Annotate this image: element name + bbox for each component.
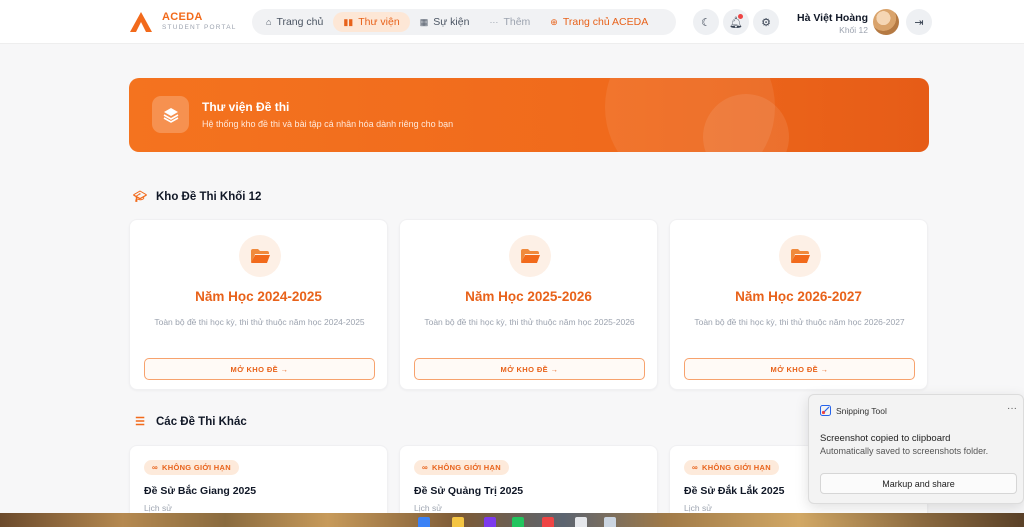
brand-title: ACEDA <box>162 11 203 24</box>
graduation-cap-icon: 🎓︎ <box>133 191 147 203</box>
taskbar-app-icon[interactable] <box>575 517 587 527</box>
grade-section-title: 🎓︎ Kho Đề Thi Khối 12 <box>133 190 262 204</box>
top-navigation-bar: ACEDA STUDENT PORTAL ⌂ Trang chủ ▮▮ Thư … <box>0 0 1024 44</box>
exam-subject: Lịch sử <box>414 503 442 513</box>
snipping-tool-icon <box>820 405 831 416</box>
more-icon: ··· <box>489 17 499 27</box>
toast-title: Screenshot copied to clipboard <box>820 433 951 444</box>
unlimited-badge: ∞ KHÔNG GIỚI HẠN <box>414 460 509 475</box>
unlimited-badge: ∞ KHÔNG GIỚI HẠN <box>684 460 779 475</box>
infinity-icon: ∞ <box>692 463 699 472</box>
year-card-2026-2027: Năm Học 2026-2027 Toàn bộ đề thi học kỳ,… <box>669 219 928 390</box>
notification-dot <box>738 14 743 19</box>
exam-title: Đề Sử Bắc Giang 2025 <box>144 485 257 497</box>
year-card-2024-2025: Năm Học 2024-2025 Toàn bộ đề thi học kỳ,… <box>129 219 388 390</box>
folder-icon <box>509 235 551 277</box>
nav-home-label: Trang chủ <box>276 16 324 28</box>
avatar[interactable] <box>873 9 899 35</box>
card-description: Toàn bộ đề thi học kỳ, thi thử thuộc năm… <box>424 317 635 327</box>
year-card-2025-2026: Năm Học 2025-2026 Toàn bộ đề thi học kỳ,… <box>399 219 658 390</box>
logout-button[interactable]: ⇥ <box>906 9 932 35</box>
moon-icon: ☾ <box>701 16 711 29</box>
user-name: Hà Việt Hoàng <box>797 12 868 24</box>
taskbar-app-icon[interactable] <box>452 517 464 527</box>
more-options-icon[interactable]: ··· <box>1007 403 1017 414</box>
exam-subject: Lịch sử <box>144 503 172 513</box>
nav-events[interactable]: ▦ Sự kiện <box>410 12 480 32</box>
hero-title: Thư viện Đề thi <box>202 100 290 114</box>
hero-subtitle: Hệ thống kho đề thi và bài tập cá nhân h… <box>202 119 454 129</box>
aceda-logo-icon <box>130 12 152 32</box>
notifications-button[interactable]: 🔔︎ <box>723 9 749 35</box>
library-hero-banner: Thư viện Đề thi Hệ thống kho đề thi và b… <box>129 78 929 152</box>
calendar-icon: ▦ <box>419 16 429 27</box>
list-icon: ☰ <box>135 416 145 428</box>
nav-more-label: Thêm <box>503 16 531 28</box>
globe-icon: ⊕ <box>550 16 558 27</box>
nav-home[interactable]: ⌂ Trang chủ <box>256 12 333 32</box>
folder-icon <box>779 235 821 277</box>
home-icon: ⌂ <box>266 17 272 27</box>
taskbar-app-icon[interactable] <box>512 517 524 527</box>
main-nav: ⌂ Trang chủ ▮▮ Thư viện ▦ Sự kiện ··· Th… <box>252 9 676 35</box>
user-grade: Khối 12 <box>839 25 868 35</box>
nav-aceda-home[interactable]: ⊕ Trang chủ ACEDA <box>540 12 658 32</box>
infinity-icon: ∞ <box>422 463 429 472</box>
other-section-label: Các Đề Thi Khác <box>156 415 247 428</box>
taskbar-app-icon[interactable] <box>542 517 554 527</box>
card-description: Toàn bộ đề thi học kỳ, thi thử thuộc năm… <box>154 317 365 327</box>
open-repository-button[interactable]: MỞ KHO ĐỀ → <box>144 358 375 380</box>
unlimited-badge: ∞ KHÔNG GIỚI HẠN <box>144 460 239 475</box>
taskbar-app-icon[interactable] <box>418 517 430 527</box>
other-section-title: ☰ Các Đề Thi Khác <box>133 415 247 429</box>
card-year-title: Năm Học 2026-2027 <box>735 289 862 304</box>
dark-mode-button[interactable]: ☾ <box>693 9 719 35</box>
snipping-tool-notification[interactable]: Snipping Tool ··· Screenshot copied to c… <box>808 394 1024 504</box>
card-year-title: Năm Học 2025-2026 <box>465 289 592 304</box>
taskbar-app-icon[interactable] <box>604 517 616 527</box>
layers-icon <box>152 96 189 133</box>
toast-body: Automatically saved to screenshots folde… <box>820 446 989 456</box>
toast-app-name: Snipping Tool <box>836 406 887 416</box>
card-description: Toàn bộ đề thi học kỳ, thi thử thuộc năm… <box>694 317 905 327</box>
exam-subject: Lịch sử <box>684 503 712 513</box>
nav-events-label: Sự kiện <box>433 16 470 28</box>
infinity-icon: ∞ <box>152 463 159 472</box>
brand-subtitle: STUDENT PORTAL <box>162 24 237 32</box>
exam-title: Đề Sử Đắk Lắk 2025 <box>684 485 785 497</box>
book-icon: ▮▮ <box>343 16 354 27</box>
open-repository-button[interactable]: MỞ KHO ĐỀ → <box>414 358 645 380</box>
nav-library[interactable]: ▮▮ Thư viện <box>333 12 410 32</box>
brand-logo[interactable]: ACEDA STUDENT PORTAL <box>128 10 237 34</box>
nav-aceda-home-label: Trang chủ ACEDA <box>562 16 649 28</box>
nav-more[interactable]: ··· Thêm <box>479 12 540 32</box>
open-repository-button[interactable]: MỞ KHO ĐỀ → <box>684 358 915 380</box>
gear-icon: ⚙ <box>761 16 771 29</box>
exam-title: Đề Sử Quảng Trị 2025 <box>414 485 524 497</box>
taskbar-app-icon[interactable] <box>484 517 496 527</box>
settings-button[interactable]: ⚙ <box>753 9 779 35</box>
logout-icon: ⇥ <box>914 16 924 29</box>
folder-icon <box>239 235 281 277</box>
grade-section-label: Kho Đề Thi Khối 12 <box>156 190 262 203</box>
markup-and-share-button[interactable]: Markup and share <box>820 473 1017 494</box>
nav-library-label: Thư viện <box>358 16 400 28</box>
card-year-title: Năm Học 2024-2025 <box>195 289 322 304</box>
